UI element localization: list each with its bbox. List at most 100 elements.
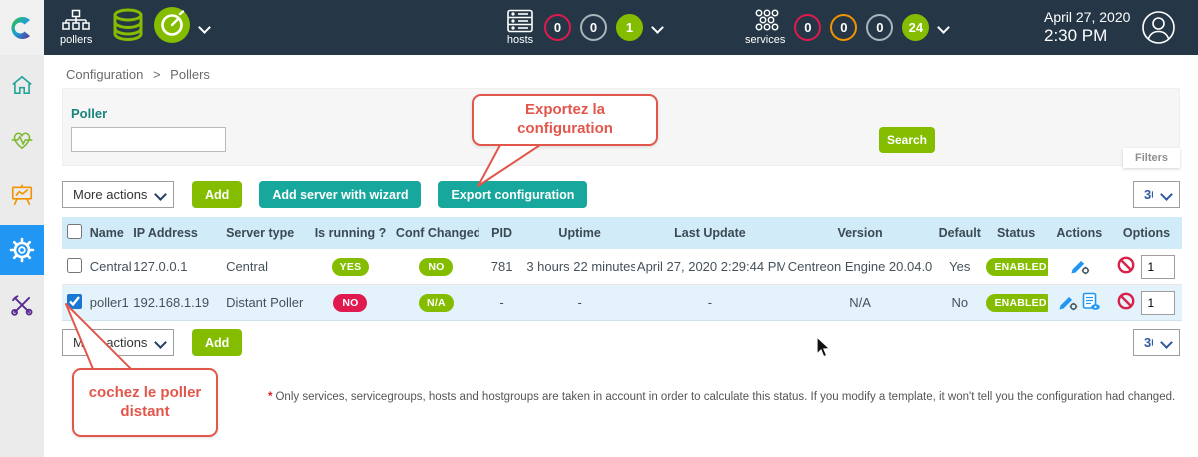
toolbar-top: More actions... Add Add server with wiza… xyxy=(62,181,587,208)
sidebar-item-monitoring[interactable] xyxy=(0,115,44,165)
add-button-bottom[interactable]: Add xyxy=(192,329,242,356)
cell-pid: - xyxy=(479,295,524,310)
table-row-poller1: poller1 192.168.1.19 Distant Poller NO N… xyxy=(62,285,1182,321)
hosts-down-badge[interactable]: 0 xyxy=(544,14,571,41)
toolbar-bottom: More actions... Add xyxy=(62,329,242,356)
centreon-c-icon xyxy=(9,15,35,41)
chevron-down-icon[interactable] xyxy=(652,23,662,33)
more-actions-select-bottom[interactable]: More actions... xyxy=(62,329,174,356)
column-ip[interactable]: IP Address xyxy=(131,226,224,240)
add-server-wizard-button[interactable]: Add server with wizard xyxy=(259,181,421,208)
table-row-central: Central 127.0.0.1 Central YES NO 781 3 h… xyxy=(62,249,1182,285)
chevron-down-icon[interactable] xyxy=(938,23,948,33)
row-checkbox-central[interactable] xyxy=(67,258,82,273)
gauge-icon[interactable] xyxy=(153,6,191,49)
cell-ip: 127.0.0.1 xyxy=(131,259,224,274)
column-last-update[interactable]: Last Update xyxy=(635,226,785,240)
edit-poller-icon[interactable] xyxy=(1057,292,1078,314)
database-icon[interactable] xyxy=(110,6,146,49)
status-badge: ENABLED xyxy=(986,294,1047,312)
footnote: *Only services, servicegroups, hosts and… xyxy=(268,391,1198,403)
column-default[interactable]: Default xyxy=(935,226,984,240)
services-label: services xyxy=(745,34,785,46)
home-icon xyxy=(10,73,34,97)
options-count-input[interactable] xyxy=(1141,255,1175,279)
breadcrumb-pollers[interactable]: Pollers xyxy=(170,67,210,82)
services-ok-badge[interactable]: 24 xyxy=(902,14,929,41)
sidebar-item-configuration[interactable] xyxy=(0,225,44,275)
column-pid[interactable]: PID xyxy=(479,226,524,240)
cell-name[interactable]: poller1 xyxy=(88,295,131,310)
centreon-logo[interactable] xyxy=(0,0,44,55)
edit-poller-icon[interactable] xyxy=(1069,256,1090,278)
column-status[interactable]: Status xyxy=(984,226,1047,240)
pollers-menu[interactable]: pollers xyxy=(60,9,92,46)
options-count-input[interactable] xyxy=(1141,291,1175,315)
cell-uptime: 3 hours 22 minutes xyxy=(524,259,635,274)
is-running-badge: NO xyxy=(333,294,367,312)
disable-icon[interactable] xyxy=(1117,256,1135,277)
column-uptime[interactable]: Uptime xyxy=(524,226,635,240)
page-size-select-wrap: 30 xyxy=(1133,329,1180,356)
hosts-menu[interactable]: hosts xyxy=(505,9,535,46)
page-size-select-top[interactable]: 30 xyxy=(1133,181,1180,208)
view-export-files-icon[interactable] xyxy=(1082,292,1101,314)
poller-search-input[interactable] xyxy=(71,127,226,152)
row-checkbox-poller1[interactable] xyxy=(67,294,82,309)
annotation-check-callout: cochez le poller distant xyxy=(72,368,218,437)
time-text: 2:30 PM xyxy=(1044,26,1130,46)
search-button[interactable]: Search xyxy=(879,127,935,153)
services-menu[interactable]: services xyxy=(745,9,785,46)
breadcrumb-configuration[interactable]: Configuration xyxy=(66,67,143,82)
sidebar-item-home[interactable] xyxy=(0,60,44,110)
pollers-label: pollers xyxy=(60,34,92,46)
more-actions-select-wrap: More actions... xyxy=(62,181,174,208)
disable-icon[interactable] xyxy=(1117,292,1135,313)
breadcrumb: Configuration > Pollers xyxy=(66,67,210,82)
export-configuration-button[interactable]: Export configuration xyxy=(438,181,587,208)
column-is-running[interactable]: Is running ? xyxy=(307,226,394,240)
chevron-down-icon[interactable] xyxy=(199,23,209,33)
monitoring-heartbeat-icon xyxy=(10,128,34,152)
services-warning-badge[interactable]: 0 xyxy=(830,14,857,41)
add-button[interactable]: Add xyxy=(192,181,242,208)
sidebar-item-administration[interactable] xyxy=(0,280,44,330)
more-actions-select[interactable]: More actions... xyxy=(62,181,174,208)
annotation-export-callout: Exportez la configuration xyxy=(472,94,658,146)
is-running-badge: YES xyxy=(332,258,370,276)
hosts-up-badge[interactable]: 1 xyxy=(616,14,643,41)
page-size-select-wrap: 30 xyxy=(1133,181,1180,208)
cell-name[interactable]: Central xyxy=(88,259,131,274)
page-size-select-bottom[interactable]: 30 xyxy=(1133,329,1180,356)
poller-filter-label: Poller xyxy=(71,106,107,121)
table-header-row: Name IP Address Server type Is running ?… xyxy=(62,217,1182,249)
cell-last-update: - xyxy=(635,295,785,310)
select-all-checkbox[interactable] xyxy=(67,224,82,239)
column-server-type[interactable]: Server type xyxy=(224,226,307,240)
cell-version: Centreon Engine 20.04.0 xyxy=(785,259,935,274)
cell-pid: 781 xyxy=(479,259,524,274)
pollers-icon xyxy=(62,9,90,33)
administration-tools-icon xyxy=(10,293,34,317)
sidebar-item-reporting[interactable] xyxy=(0,170,44,220)
column-name[interactable]: Name xyxy=(88,226,131,240)
column-version[interactable]: Version xyxy=(785,226,935,240)
hosts-pending-badge[interactable]: 0 xyxy=(580,14,607,41)
column-options: Options xyxy=(1111,226,1182,240)
column-conf-changed[interactable]: Conf Changed* xyxy=(394,226,479,240)
hosts-label: hosts xyxy=(507,34,533,46)
pollers-table: Name IP Address Server type Is running ?… xyxy=(62,217,1182,321)
cell-uptime: - xyxy=(524,295,635,310)
cell-last-update: April 27, 2020 2:29:44 PM xyxy=(635,259,785,274)
cell-server-type: Distant Poller xyxy=(224,295,307,310)
cell-server-type: Central xyxy=(224,259,307,274)
services-critical-badge[interactable]: 0 xyxy=(794,14,821,41)
cell-default: No xyxy=(935,295,984,310)
sidebar xyxy=(0,55,44,457)
services-icon xyxy=(750,9,780,33)
filters-tab[interactable]: Filters xyxy=(1123,148,1180,168)
hosts-icon xyxy=(505,9,535,33)
services-pending-badge[interactable]: 0 xyxy=(866,14,893,41)
clock: April 27, 2020 2:30 PM xyxy=(1044,9,1130,46)
user-profile-button[interactable] xyxy=(1141,10,1176,50)
